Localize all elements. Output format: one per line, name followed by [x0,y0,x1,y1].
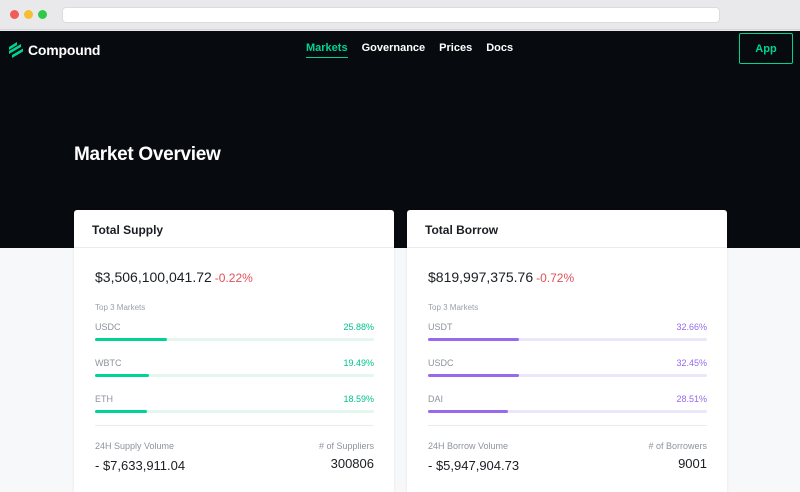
market-share-fill [428,410,508,413]
market-row[interactable]: USDC 32.45% [428,349,707,385]
compound-site: Compound Markets Governance Prices Docs … [0,31,800,492]
market-name: USDC [95,322,121,332]
supply-volume-value: - $7,633,911.04 [95,458,186,473]
market-row[interactable]: WBTC 19.49% [95,349,374,385]
divider [428,425,707,426]
borrowers-label: # of Borrowers [648,441,707,451]
total-amount: $819,997,375.76 [428,269,534,285]
market-share-fill [428,338,520,341]
market-share-fill [428,374,519,377]
page-title: Market Overview [74,144,221,165]
browser-chrome [0,0,800,30]
change-percent: -0.72% [536,271,575,285]
borrow-volume-label: 24H Borrow Volume [428,441,509,451]
suppliers-label: # of Suppliers [318,441,374,451]
card-title: Total Borrow [407,210,727,248]
market-name: USDC [428,358,454,368]
minimize-window-button[interactable] [24,10,33,19]
nav-prices[interactable]: Prices [439,42,472,58]
market-share-bar [95,338,374,341]
change-percent: -0.22% [214,271,253,285]
top-markets-label: Top 3 Markets [95,303,146,312]
market-share-bar [95,374,374,377]
market-row[interactable]: USDC 25.88% [95,313,374,349]
nav-governance[interactable]: Governance [362,42,426,58]
address-bar[interactable] [62,7,720,23]
borrowers-count: 9001 [678,456,707,471]
divider [95,425,374,426]
compound-logo-icon [9,42,23,58]
logo[interactable]: Compound [8,40,100,60]
market-name: WBTC [95,358,122,368]
logo-text: Compound [28,42,101,58]
market-name: DAI [428,394,444,404]
market-share-bar [428,410,707,413]
total-borrow-card: Total Borrow $819,997,375.76 -0.72% Top 3… [407,210,727,492]
main-nav: Markets Governance Prices Docs [306,42,527,58]
market-row[interactable]: USDT 32.66% [428,313,707,349]
market-percent: 32.45% [676,358,707,368]
supply-volume-label: 24H Supply Volume [95,441,175,451]
top-markets-label: Top 3 Markets [428,303,479,312]
borrow-volume-value: - $5,947,904.73 [428,458,520,473]
market-row[interactable]: ETH 18.59% [95,385,374,421]
maximize-window-button[interactable] [38,10,47,19]
market-share-bar [95,410,374,413]
suppliers-count: 300806 [330,456,374,471]
market-share-fill [95,374,150,377]
nav-docs[interactable]: Docs [486,42,513,58]
market-share-fill [95,410,147,413]
card-title: Total Supply [74,210,394,248]
total-supply-value: $3,506,100,041.72 -0.22% [95,269,374,287]
market-percent: 32.66% [676,322,707,332]
total-borrow-value: $819,997,375.76 -0.72% [428,269,707,287]
total-supply-card: Total Supply $3,506,100,041.72 -0.22% Top… [74,210,394,492]
market-percent: 18.59% [343,394,374,404]
market-percent: 28.51% [676,394,707,404]
market-percent: 25.88% [343,322,374,332]
market-percent: 19.49% [343,358,374,368]
market-row[interactable]: DAI 28.51% [428,385,707,421]
market-share-fill [95,338,168,341]
close-window-button[interactable] [10,10,19,19]
market-name: ETH [95,394,113,404]
total-amount: $3,506,100,041.72 [95,269,212,285]
market-share-bar [428,338,707,341]
market-share-bar [428,374,707,377]
app-button[interactable]: App [739,33,793,64]
nav-markets[interactable]: Markets [306,42,348,58]
market-name: USDT [428,322,453,332]
